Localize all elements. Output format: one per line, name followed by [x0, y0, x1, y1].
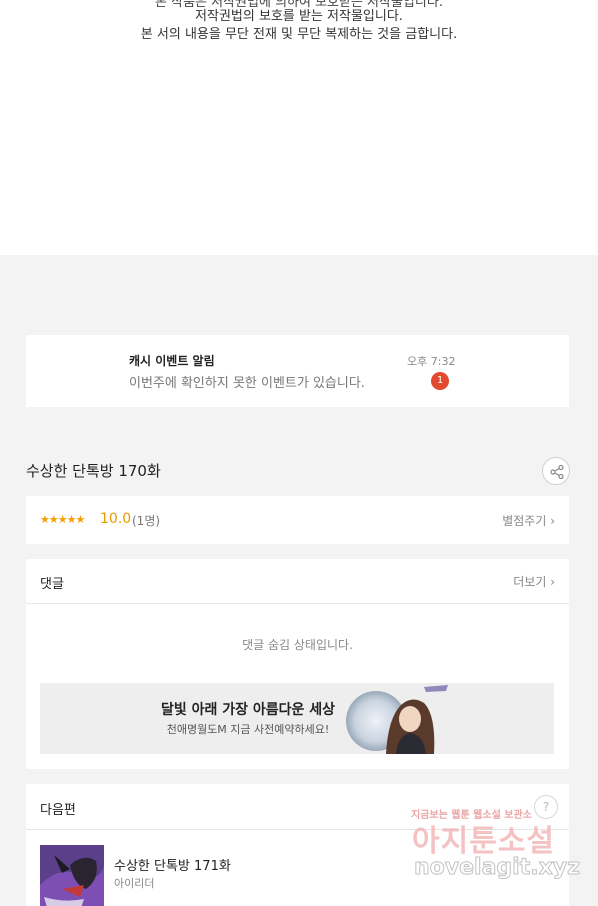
next-episode-header: 다음편 ?: [26, 784, 569, 830]
comments-hidden-message: 댓글 숨김 상태입니다.: [242, 638, 353, 652]
share-icon: [550, 464, 564, 480]
next-episode-author: 아이리더: [114, 877, 155, 890]
rating-count: (1명): [132, 514, 161, 528]
help-icon[interactable]: ?: [534, 795, 558, 819]
next-episode-heading: 다음편: [40, 803, 76, 818]
cash-event-notification[interactable]: 캐시 이벤트 알림 이번주에 확인하지 못한 이벤트가 있습니다. 오후 7:3…: [26, 335, 569, 407]
copyright-section: 본 작품은 저작권법에 의하여 보호받는 저작물입니다. 저작권법의 보호를 받…: [0, 0, 598, 255]
copyright-line-1: 저작권법의 보호를 받는 저작물입니다.: [195, 9, 403, 24]
rating-score: 10.0: [100, 511, 132, 527]
notification-badge: 1: [431, 372, 449, 390]
next-episode-title: 수상한 단톡방 171화: [114, 859, 231, 874]
next-episode-card[interactable]: 다음편 ? 수상한 단톡방 171화 아이리더: [26, 784, 569, 906]
share-button[interactable]: [542, 457, 570, 485]
comments-header: 댓글 더보기 ›: [26, 559, 569, 604]
comments-more-link[interactable]: 더보기 ›: [513, 573, 555, 590]
rating-stars-icon: ★★★★★: [40, 513, 85, 526]
episode-title: 수상한 단톡방 170화: [26, 462, 161, 480]
ad-banner[interactable]: 달빛 아래 가장 아름다운 세상 천애명월도M 지금 사전예약하세요!: [40, 683, 554, 754]
banner-character-image: [346, 683, 456, 754]
rate-button[interactable]: 별점주기 ›: [502, 512, 555, 529]
notification-time: 오후 7:32: [407, 355, 456, 368]
comments-card: 댓글 더보기 › 댓글 숨김 상태입니다. 달빛 아래 가장 아름다운 세상 천…: [26, 559, 569, 769]
rating-card: ★★★★★ 10.0 (1명) 별점주기 ›: [26, 496, 569, 544]
next-episode-thumbnail: [40, 845, 104, 906]
notification-title: 캐시 이벤트 알림: [129, 354, 215, 368]
comments-title: 댓글: [40, 577, 64, 592]
notification-message: 이번주에 확인하지 못한 이벤트가 있습니다.: [129, 376, 365, 391]
copyright-line-2: 본 서의 내용을 무단 전재 및 무단 복제하는 것을 금합니다.: [140, 27, 458, 42]
